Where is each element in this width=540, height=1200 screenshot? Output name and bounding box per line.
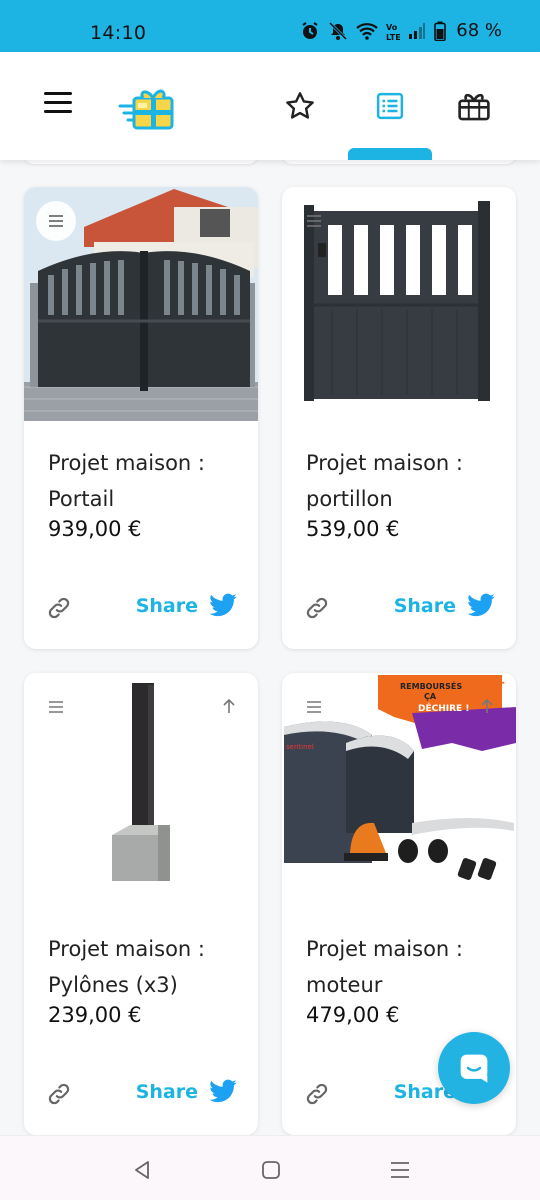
product-price: 539,00 € — [306, 517, 400, 541]
brand-label: sentinel — [286, 743, 314, 751]
link-button[interactable] — [46, 595, 74, 623]
share-button[interactable]: Share — [136, 593, 238, 619]
reorder-handle[interactable] — [36, 687, 76, 727]
previous-card-edge — [24, 160, 258, 164]
arrow-up-icon — [223, 698, 235, 713]
system-navigation-bar — [0, 1135, 540, 1200]
recents-button[interactable] — [384, 1154, 416, 1186]
reorder-handle[interactable] — [294, 201, 334, 241]
back-icon — [135, 1161, 149, 1179]
back-button[interactable] — [126, 1154, 158, 1186]
product-title: Projet maison : Pylônes (x3) — [48, 931, 248, 1003]
reorder-handle[interactable] — [36, 201, 76, 241]
product-price: 239,00 € — [48, 1003, 142, 1027]
signal-icon — [409, 22, 426, 39]
chat-launcher-button[interactable] — [438, 1032, 510, 1104]
product-title-line: Projet maison : — [306, 451, 463, 475]
product-card[interactable]: Projet maison : Pylônes (x3) 239,00 € Sh… — [24, 673, 258, 1135]
battery-icon — [434, 21, 447, 41]
app-header — [0, 52, 540, 160]
product-title: Projet maison : Portail — [48, 445, 248, 517]
drag-handle-icon — [49, 215, 63, 227]
hamburger-icon-bar — [44, 110, 72, 113]
arrow-up-icon — [481, 698, 493, 713]
promo-text: DÉCHIRE ! — [418, 702, 469, 714]
previous-card-edge — [282, 160, 516, 164]
link-button[interactable] — [46, 1081, 74, 1109]
alarm-icon — [302, 21, 318, 39]
star-icon — [286, 92, 314, 119]
drag-handle-icon — [49, 701, 63, 713]
product-title: Projet maison : moteur — [306, 931, 506, 1003]
link-icon — [306, 597, 328, 619]
twitter-icon — [209, 1079, 237, 1103]
product-price: 939,00 € — [48, 517, 142, 541]
battery-percentage: 68 % — [456, 20, 502, 41]
recents-icon — [391, 1162, 409, 1178]
promo-text: ÇA — [424, 692, 437, 701]
share-label: Share — [135, 595, 198, 617]
promo-plus: + — [494, 675, 506, 691]
drag-handle-icon — [307, 701, 321, 713]
svg-text:Vo: Vo — [386, 23, 398, 32]
volte-icon: VoLTE — [386, 23, 400, 41]
active-tab-indicator — [348, 148, 432, 160]
status-icons: Vo LTE 68 % — [300, 20, 502, 41]
link-icon — [306, 1083, 328, 1105]
gift-box-logo[interactable] — [118, 78, 178, 134]
product-card[interactable]: Projet maison : Portail 939,00 € Share — [24, 187, 258, 649]
product-title-line: Projet maison : — [48, 937, 205, 961]
promo-text: REMBOURSÉS — [400, 680, 462, 691]
drag-handle-icon — [307, 215, 321, 227]
svg-text:LTE: LTE — [386, 33, 400, 41]
share-button[interactable]: Share — [394, 593, 496, 619]
product-title-line: moteur — [306, 973, 383, 997]
twitter-icon — [467, 593, 495, 617]
link-button[interactable] — [304, 1081, 332, 1109]
product-title-line: Projet maison : — [306, 937, 463, 961]
mute-icon — [329, 21, 348, 40]
move-up-button[interactable] — [472, 691, 502, 721]
link-button[interactable] — [304, 595, 332, 623]
share-label: Share — [393, 595, 456, 617]
gift-icon — [458, 93, 490, 121]
wishlist-grid[interactable]: Projet maison : Portail 939,00 € Share P… — [0, 160, 540, 1135]
product-card[interactable]: Projet maison : portillon 539,00 € Share — [282, 187, 516, 649]
move-up-button[interactable] — [214, 691, 244, 721]
hamburger-icon-bar — [44, 92, 72, 95]
home-icon — [262, 1161, 280, 1179]
home-button[interactable] — [255, 1154, 287, 1186]
twitter-icon — [209, 593, 237, 617]
status-bar: 14:10 Vo LTE 68 % — [0, 0, 540, 52]
product-title-line: Projet maison : — [48, 451, 205, 475]
hamburger-icon-bar — [44, 101, 72, 104]
link-icon — [48, 1083, 70, 1105]
list-tab[interactable] — [370, 86, 410, 126]
share-label: Share — [135, 1081, 198, 1103]
status-time: 14:10 — [90, 22, 147, 44]
list-icon — [376, 92, 404, 120]
product-title: Projet maison : portillon — [306, 445, 506, 517]
product-title-line: Pylônes (x3) — [48, 973, 178, 997]
product-title-line: portillon — [306, 487, 393, 511]
link-icon — [48, 597, 70, 619]
product-title-line: Portail — [48, 487, 115, 511]
chat-bubble-icon — [460, 1054, 488, 1083]
gift-tab[interactable] — [454, 86, 494, 126]
menu-button[interactable] — [44, 92, 76, 118]
share-button[interactable]: Share — [136, 1079, 238, 1105]
wifi-icon — [356, 22, 378, 40]
product-price: 479,00 € — [306, 1003, 400, 1027]
reorder-handle[interactable] — [294, 687, 334, 727]
favorites-tab[interactable] — [280, 86, 320, 126]
